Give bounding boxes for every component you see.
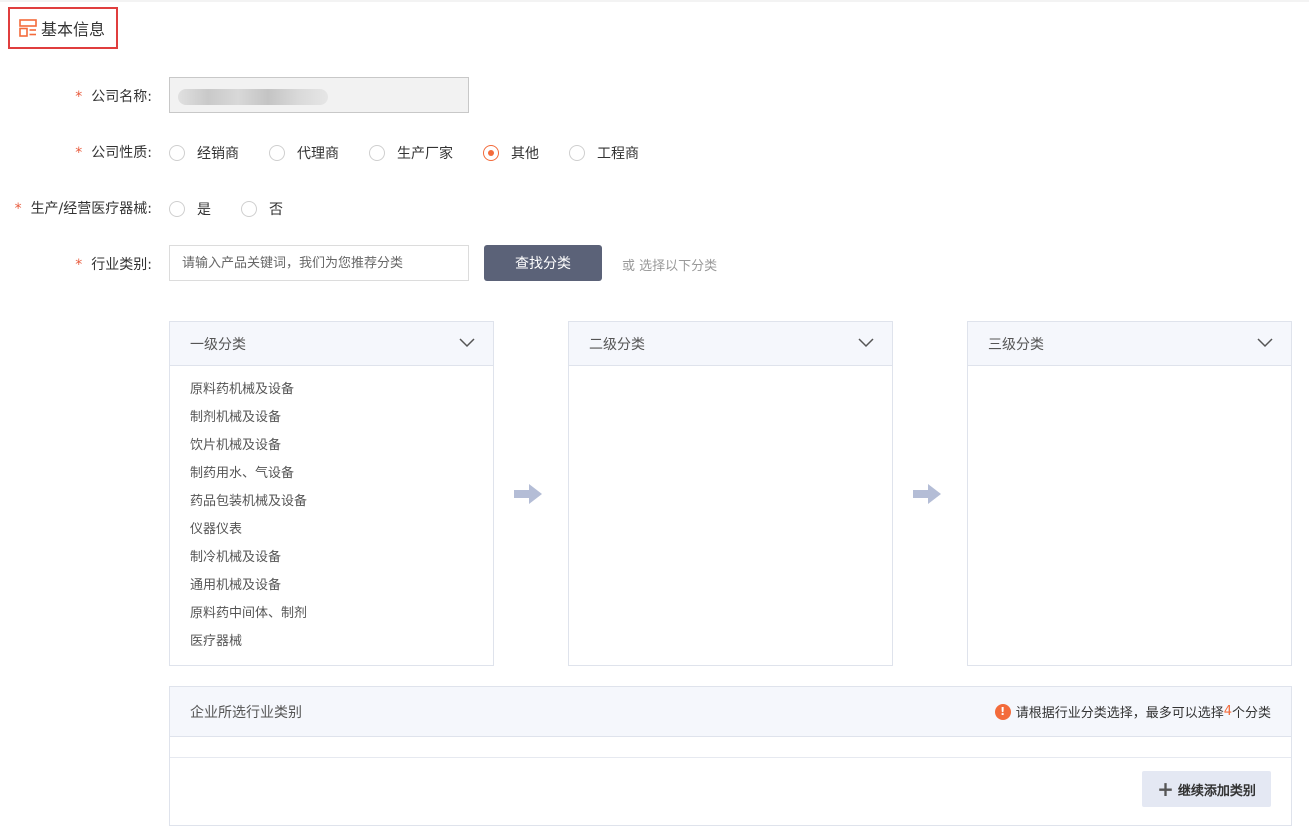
add-category-label: 继续添加类别 (1177, 783, 1256, 799)
selection-limit-notice: ! 请根据行业分类选择，最多可以选择 4 个分类 (994, 702, 1271, 721)
industry-label: * 行业类别: (75, 254, 152, 274)
section-title: 基本信息 (41, 20, 106, 39)
radio-manufacturer[interactable]: 生产厂家 (369, 143, 483, 163)
divider (170, 757, 1291, 758)
radio-label: 是 (197, 202, 211, 218)
radio-other[interactable]: 其他 (483, 143, 569, 163)
redacted-value (178, 89, 328, 105)
add-category-button[interactable]: + 继续添加类别 (1142, 771, 1271, 807)
section-header: 基本信息 (8, 7, 118, 49)
required-mark: * (75, 89, 83, 105)
required-mark: * (75, 145, 83, 161)
selected-categories-header: 企业所选行业类别 ! 请根据行业分类选择，最多可以选择 4 个分类 (170, 687, 1291, 737)
radio-no[interactable]: 否 (241, 199, 313, 219)
chevron-down-icon[interactable] (459, 336, 475, 352)
required-mark: * (75, 257, 83, 273)
radio-label: 代理商 (297, 146, 339, 162)
level3-dropdown-header[interactable]: 三级分类 (968, 322, 1291, 366)
selected-categories-title: 企业所选行业类别 (190, 704, 302, 721)
company-name-label-text: 公司名称: (91, 89, 152, 105)
company-type-label-text: 公司性质: (91, 145, 152, 161)
radio-yes[interactable]: 是 (169, 199, 241, 219)
level1-category-panel: 一级分类 原料药机械及设备 制剂机械及设备 饮片机械及设备 制药用水、气设备 药… (169, 321, 494, 666)
choose-below-hint: 或 选择以下分类 (622, 259, 718, 274)
category-item[interactable]: 原料药中间体、制剂 (190, 600, 493, 628)
radio-circle[interactable] (169, 145, 185, 161)
company-name-field[interactable] (169, 77, 469, 113)
radio-label: 经销商 (197, 146, 239, 162)
radio-circle[interactable] (569, 145, 585, 161)
selected-categories-box: 企业所选行业类别 ! 请根据行业分类选择，最多可以选择 4 个分类 + 继续添加类别 (169, 686, 1292, 826)
radio-label: 生产厂家 (397, 146, 453, 162)
medical-device-radio-group: 是 否 (169, 199, 313, 219)
chevron-down-icon[interactable] (858, 336, 874, 352)
category-item[interactable]: 通用机械及设备 (190, 572, 493, 600)
category-item[interactable]: 仪器仪表 (190, 516, 493, 544)
category-item[interactable]: 原料药机械及设备 (190, 376, 493, 404)
level1-dropdown-header[interactable]: 一级分类 (170, 322, 493, 366)
level1-title: 一级分类 (190, 336, 246, 353)
level2-title: 二级分类 (589, 336, 645, 353)
medical-device-label-text: 生产/经营医疗器械: (30, 201, 152, 217)
category-item[interactable]: 制药用水、气设备 (190, 460, 493, 488)
top-divider (0, 0, 1309, 2)
category-item[interactable]: 制冷机械及设备 (190, 544, 493, 572)
level2-dropdown-header[interactable]: 二级分类 (569, 322, 892, 366)
radio-circle[interactable] (369, 145, 385, 161)
required-mark: * (14, 201, 22, 217)
warning-icon: ! (994, 703, 1011, 720)
arrow-right-icon (913, 484, 941, 508)
company-type-label: * 公司性质: (75, 142, 152, 162)
radio-dealer[interactable]: 经销商 (169, 143, 269, 163)
company-name-label: * 公司名称: (75, 86, 152, 106)
max-count: 4 (1223, 704, 1232, 719)
category-search-input[interactable] (169, 245, 469, 281)
arrow-right-icon (514, 484, 542, 508)
notice-text-prefix: 请根据行业分类选择，最多可以选择 (1015, 706, 1224, 721)
radio-label: 工程商 (597, 146, 639, 162)
company-type-radio-group: 经销商 代理商 生产厂家 其他 工程商 (169, 143, 669, 163)
plus-icon: + (1157, 777, 1174, 801)
level3-category-panel: 三级分类 (967, 321, 1292, 666)
level2-category-panel: 二级分类 (568, 321, 893, 666)
category-item[interactable]: 药品包装机械及设备 (190, 488, 493, 516)
radio-label: 否 (269, 202, 283, 218)
category-item[interactable]: 制剂机械及设备 (190, 404, 493, 432)
category-item[interactable]: 医疗器械 (190, 628, 493, 656)
radio-circle[interactable] (269, 145, 285, 161)
medical-device-label: * 生产/经营医疗器械: (15, 198, 152, 218)
level3-title: 三级分类 (988, 336, 1044, 353)
radio-circle[interactable] (169, 201, 185, 217)
radio-circle[interactable] (241, 201, 257, 217)
radio-agent[interactable]: 代理商 (269, 143, 369, 163)
radio-label: 其他 (511, 146, 539, 162)
notice-text-suffix: 个分类 (1231, 706, 1271, 721)
category-item[interactable]: 饮片机械及设备 (190, 432, 493, 460)
level1-category-list: 原料药机械及设备 制剂机械及设备 饮片机械及设备 制药用水、气设备 药品包装机械… (170, 366, 493, 656)
chevron-down-icon[interactable] (1257, 336, 1273, 352)
find-category-button[interactable]: 查找分类 (484, 245, 602, 281)
radio-circle-selected[interactable] (483, 145, 499, 161)
form-layout-icon (19, 19, 37, 37)
industry-label-text: 行业类别: (91, 257, 152, 273)
radio-engineering[interactable]: 工程商 (569, 143, 669, 163)
